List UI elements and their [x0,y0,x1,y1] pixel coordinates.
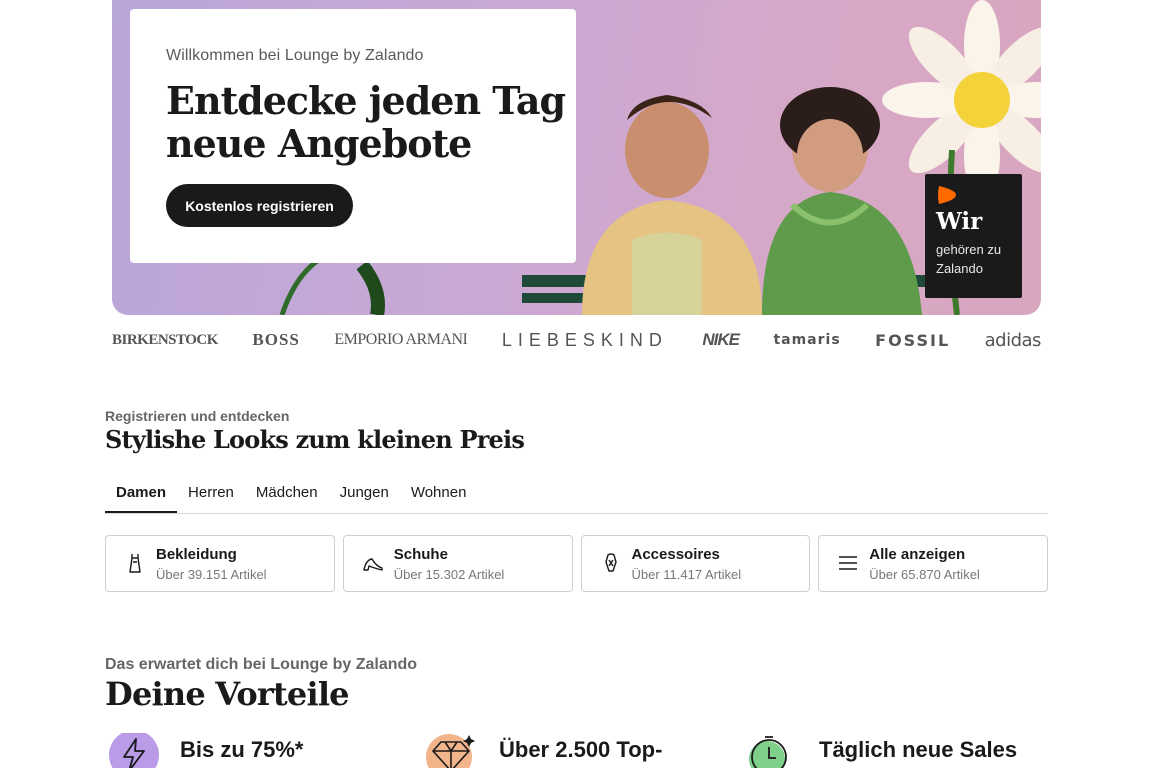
heel-shoe-icon [363,558,383,571]
accessory-icon [604,553,617,572]
benefits-subtitle: Das erwartet dich bei Lounge by Zalando [105,656,418,673]
tab-jungen[interactable]: Jungen [329,474,400,512]
tab-maedchen[interactable]: Mädchen [245,474,329,512]
diamond-icon [426,734,475,768]
tab-damen[interactable]: Damen [105,474,178,513]
brand-logo-liebeskind[interactable]: LIEBESKIND [502,330,668,351]
brand-logo-boss[interactable]: BOSS [252,330,299,350]
badge-text: gehören zu Zalando [936,242,1002,276]
tab-herren[interactable]: Herren [177,474,245,512]
benefit-text: Über 2.500 Top- [499,737,663,762]
stopwatch-icon [749,736,787,768]
category-count: Über 11.417 Artikel [631,567,742,582]
brand-logo-adidas[interactable]: adidas [985,330,1042,351]
brand-logo-birkenstock[interactable]: BIRKENSTOCK [112,332,218,349]
badge-title: Wir [936,208,983,235]
category-name: Alle anzeigen [869,546,966,563]
brand-logo-emporio-armani[interactable]: EMPORIO ARMANI [334,331,468,349]
list-icon [839,556,858,570]
brand-logo-nike[interactable]: NIKE [702,330,740,350]
register-button[interactable]: Kostenlos registrieren [166,184,353,227]
category-cards: Bekleidung Über 39.151 Artikel Schuhe Üb… [105,535,1048,592]
category-tabs: Damen Herren Mädchen Jungen Wohnen [105,474,1048,514]
category-count: Über 39.151 Artikel [156,567,267,582]
category-count: Über 65.870 Artikel [869,567,980,582]
brand-logo-tamaris[interactable]: tamaris [773,332,840,348]
zalando-logo-icon [938,186,956,204]
category-card-alle-anzeigen[interactable]: Alle anzeigen Über 65.870 Artikel [818,535,1048,592]
discover-title: Stylishe Looks zum kleinen Preis [105,425,525,454]
page: Wir gehören zu Zalando Willkommen bei Lo… [0,0,1152,768]
benefits-title: Deine Vorteile [105,675,350,713]
hero-title: Entdecke jeden Tag neue Angebote [166,78,566,166]
lightning-percent-icon [109,733,159,768]
category-card-bekleidung[interactable]: Bekleidung Über 39.151 Artikel [105,535,335,592]
zalando-badge[interactable]: Wir gehören zu Zalando [925,174,1022,298]
category-name: Accessoires [631,546,720,563]
category-card-schuhe[interactable]: Schuhe Über 15.302 Artikel [342,535,573,592]
benefit-text: Bis zu 75%* [180,737,304,762]
category-count: Über 15.302 Artikel [393,567,505,582]
dress-icon [129,554,141,573]
brand-logos: BIRKENSTOCK BOSS EMPORIO ARMANI LIEBESKI… [112,328,1041,352]
tab-wohnen[interactable]: Wohnen [400,474,478,512]
hero-subtitle: Willkommen bei Lounge by Zalando [166,47,424,64]
category-name: Bekleidung [156,546,237,563]
hero-card: Willkommen bei Lounge by Zalando Entdeck… [130,9,576,263]
discover-subtitle: Registrieren und entdecken [105,408,290,424]
benefit-text: Täglich neue Sales [819,737,1018,762]
category-card-accessoires[interactable]: Accessoires Über 11.417 Artikel [580,535,811,592]
category-name: Schuhe [393,546,448,563]
brand-logo-fossil[interactable]: FOSSIL [875,331,950,350]
